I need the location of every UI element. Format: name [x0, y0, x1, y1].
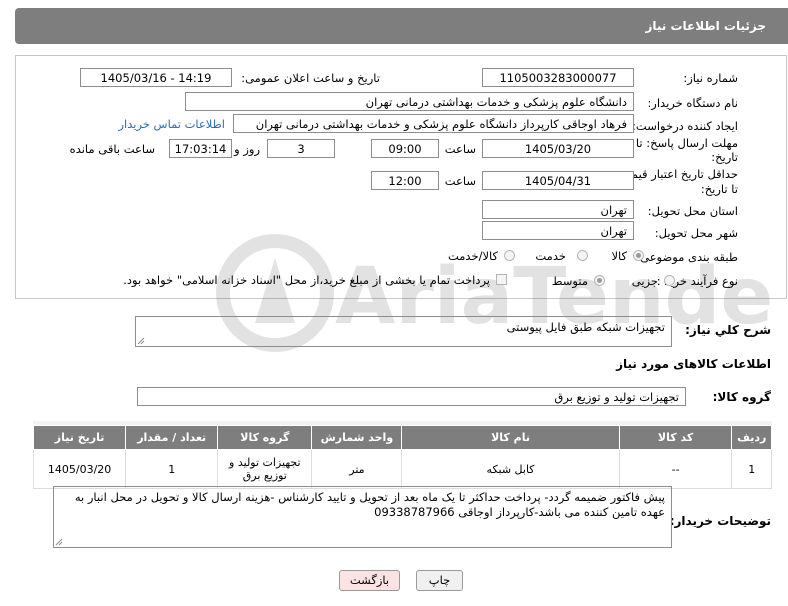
table-row: 1 -- کابل شبکه متر تجهیزات تولید و توزیع… — [32, 449, 772, 489]
process-radio-minor[interactable] — [664, 275, 675, 286]
page-header: جزئیات اطلاعات نیاز — [15, 8, 788, 44]
buyer-contact-link[interactable]: اطلاعات تماس خریدار — [118, 117, 225, 131]
cell-unit: متر — [311, 449, 403, 489]
header-unit: واحد شمارش — [311, 425, 403, 450]
buyer-org-field: دانشگاه علوم پزشکی و خدمات بهداشتی درمان… — [185, 92, 634, 111]
treasury-payment-checkbox[interactable] — [496, 274, 507, 285]
remaining-days-field: 3 — [267, 139, 335, 158]
cell-goods-group: تجهیزات تولید و توزیع برق — [217, 449, 313, 489]
items-table: ردیف کد کالا نام کالا واحد شمارش گروه کا… — [32, 425, 772, 489]
process-option-medium: متوسط — [551, 274, 588, 288]
header-quantity: تعداد / مقدار — [125, 425, 219, 450]
category-label: طبقه بندی موضوعی: — [636, 250, 738, 264]
reply-time-field: 09:00 — [371, 139, 439, 158]
need-number-field: 1105003283000077 — [482, 68, 634, 87]
process-option-minor: جزیی — [631, 274, 658, 288]
reply-deadline-label-2: تاریخ: — [711, 150, 738, 164]
price-date-field: 1405/04/31 — [482, 171, 634, 190]
header-item-name: نام کالا — [401, 425, 620, 450]
goods-section-title: اطلاعات کالاهای مورد نیاز — [616, 357, 771, 371]
cell-need-date: 1405/03/20 — [32, 449, 127, 489]
treasury-payment-note: پرداخت تمام یا بخشی از مبلغ خرید،از محل … — [123, 273, 490, 287]
resize-grip-icon[interactable] — [55, 538, 63, 546]
print-button[interactable]: چاپ — [416, 570, 463, 591]
buyer-notes-field: پیش فاکتور ضمیمه گردد- پرداخت حداکثر تا … — [53, 486, 672, 548]
buyer-notes-label: توضیحات خریدار: — [669, 514, 771, 528]
city-label: شهر محل تحویل: — [654, 226, 738, 240]
category-option-goods: کالا — [611, 249, 627, 263]
need-number-label: شماره نیاز: — [683, 71, 738, 85]
announce-label: تاریخ و ساعت اعلان عمومی: — [241, 71, 380, 85]
creator-field: فرهاد اوجاقی کارپرداز دانشگاه علوم پزشکی… — [233, 114, 634, 133]
city-field: تهران — [482, 221, 634, 240]
header-need-date: تاریخ نیاز — [32, 425, 127, 450]
price-time-label: ساعت — [444, 174, 476, 188]
province-label: استان محل تحویل: — [647, 204, 738, 218]
announce-datetime-field: 1405/03/16 - 14:19 — [80, 68, 232, 87]
category-radio-goods[interactable] — [633, 250, 644, 261]
process-radio-medium[interactable] — [594, 275, 605, 286]
cell-item-code: -- — [618, 449, 733, 489]
description-field: تجهیزات شبکه طبق فایل پیوستی — [135, 316, 672, 347]
price-time-field: 12:00 — [371, 171, 439, 190]
price-validity-label-2: تا تاریخ: — [700, 182, 738, 196]
description-text: تجهیزات شبکه طبق فایل پیوستی — [506, 320, 665, 334]
back-button[interactable]: بازگشت — [339, 570, 400, 591]
category-option-goods-service: کالا/خدمت — [447, 249, 498, 263]
page-title: جزئیات اطلاعات نیاز — [645, 19, 766, 33]
reply-date-field: 1405/03/20 — [482, 139, 634, 158]
header-goods-group: گروه کالا — [217, 425, 313, 450]
header-row-number: ردیف — [731, 425, 772, 450]
reply-time-label: ساعت — [444, 142, 476, 156]
price-validity-label: حداقل تاریخ اعتبار قیمت: — [616, 167, 738, 181]
resize-grip-icon[interactable] — [137, 337, 145, 345]
creator-label: ایجاد کننده درخواست: — [632, 119, 738, 133]
cell-quantity: 1 — [125, 449, 219, 489]
remaining-time-label: ساعت باقی مانده — [69, 142, 155, 156]
header-item-code: کد کالا — [618, 425, 733, 450]
reply-deadline-label: مهلت ارسال پاسخ: تا — [635, 136, 738, 150]
province-field: تهران — [482, 200, 634, 219]
category-option-service: خدمت — [535, 249, 566, 263]
category-radio-service[interactable] — [577, 250, 588, 261]
category-radio-goods-service[interactable] — [504, 250, 515, 261]
buyer-org-label: نام دستگاه خریدار: — [647, 96, 738, 110]
goods-group-field: تجهیزات تولید و توزیع برق — [137, 387, 686, 406]
goods-group-label: گروه کالا: — [712, 390, 771, 404]
description-label: شرح کلي نياز: — [685, 323, 771, 337]
cell-row-number: 1 — [731, 449, 772, 489]
table-header-row: ردیف کد کالا نام کالا واحد شمارش گروه کا… — [32, 425, 772, 450]
buyer-notes-text: پیش فاکتور ضمیمه گردد- پرداخت حداکثر تا … — [74, 490, 665, 519]
days-label: روز و — [234, 142, 260, 156]
remaining-time-field: 17:03:14 — [169, 139, 232, 158]
cell-item-name: کابل شبکه — [401, 449, 620, 489]
